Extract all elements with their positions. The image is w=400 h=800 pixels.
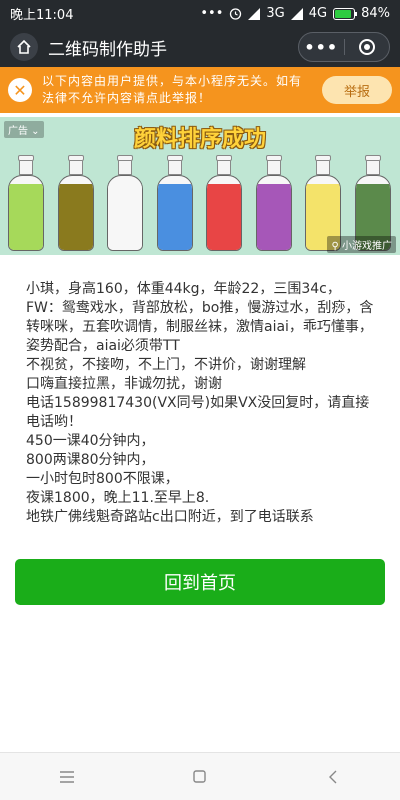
status-time: 晚上11:04 xyxy=(10,8,74,23)
report-button[interactable]: 举报 xyxy=(322,76,392,104)
warning-banner: ✕ 以下内容由用户提供，与本小程序无关。如有法律不允许内容请点此举报！ 举报 xyxy=(0,67,400,113)
paint-bottle xyxy=(206,155,242,251)
warning-text[interactable]: 以下内容由用户提供，与本小程序无关。如有法律不允许内容请点此举报！ xyxy=(42,73,314,107)
battery-percent: 84% xyxy=(361,6,390,21)
more-dots-icon[interactable]: ••• xyxy=(299,33,344,61)
network-4g: 4G xyxy=(308,6,328,21)
network-3g: 3G xyxy=(266,6,285,21)
capsule-close-icon[interactable] xyxy=(345,33,390,61)
home-icon[interactable] xyxy=(10,33,38,61)
home-square-icon[interactable] xyxy=(170,757,230,797)
paint-bottle xyxy=(107,155,143,251)
post-text: 小琪，身高160，体重44kg，年龄22，三围34c，FW：鸳鸯戏水，背部放松，… xyxy=(26,281,374,525)
signal-icon-2 xyxy=(290,7,303,20)
notification-dots: ••• xyxy=(200,6,224,21)
app-header: 二维码制作助手 ••• xyxy=(0,27,400,67)
ad-banner[interactable]: 广告 ⌄ 颜料排序成功 ⚲ 小游戏推广 xyxy=(0,117,400,255)
status-bar: 晚上11:04 ••• 3G 4G 84% xyxy=(0,0,400,27)
ad-source: ⚲ 小游戏推广 xyxy=(327,236,396,253)
capsule-menu: ••• xyxy=(298,32,390,62)
back-home-button[interactable]: 回到首页 xyxy=(15,559,385,605)
paint-bottle xyxy=(57,155,94,251)
status-icons: ••• 3G 4G 84% xyxy=(200,6,390,21)
signal-icon xyxy=(248,7,261,20)
paint-bottle xyxy=(156,155,193,251)
system-nav-bar xyxy=(0,752,400,800)
app-title: 二维码制作助手 xyxy=(48,39,167,60)
close-x-icon[interactable]: ✕ xyxy=(8,78,32,102)
post-content: 小琪，身高160，体重44kg，年龄22，三围34c，FW：鸳鸯戏水，背部放松，… xyxy=(26,280,376,527)
ad-title: 颜料排序成功 xyxy=(133,127,266,152)
paint-bottle xyxy=(255,155,292,251)
back-arrow-icon[interactable] xyxy=(303,757,363,797)
alarm-icon xyxy=(229,7,242,20)
battery-icon xyxy=(333,7,358,20)
menu-icon[interactable] xyxy=(37,757,97,797)
paint-bottle xyxy=(8,155,44,251)
